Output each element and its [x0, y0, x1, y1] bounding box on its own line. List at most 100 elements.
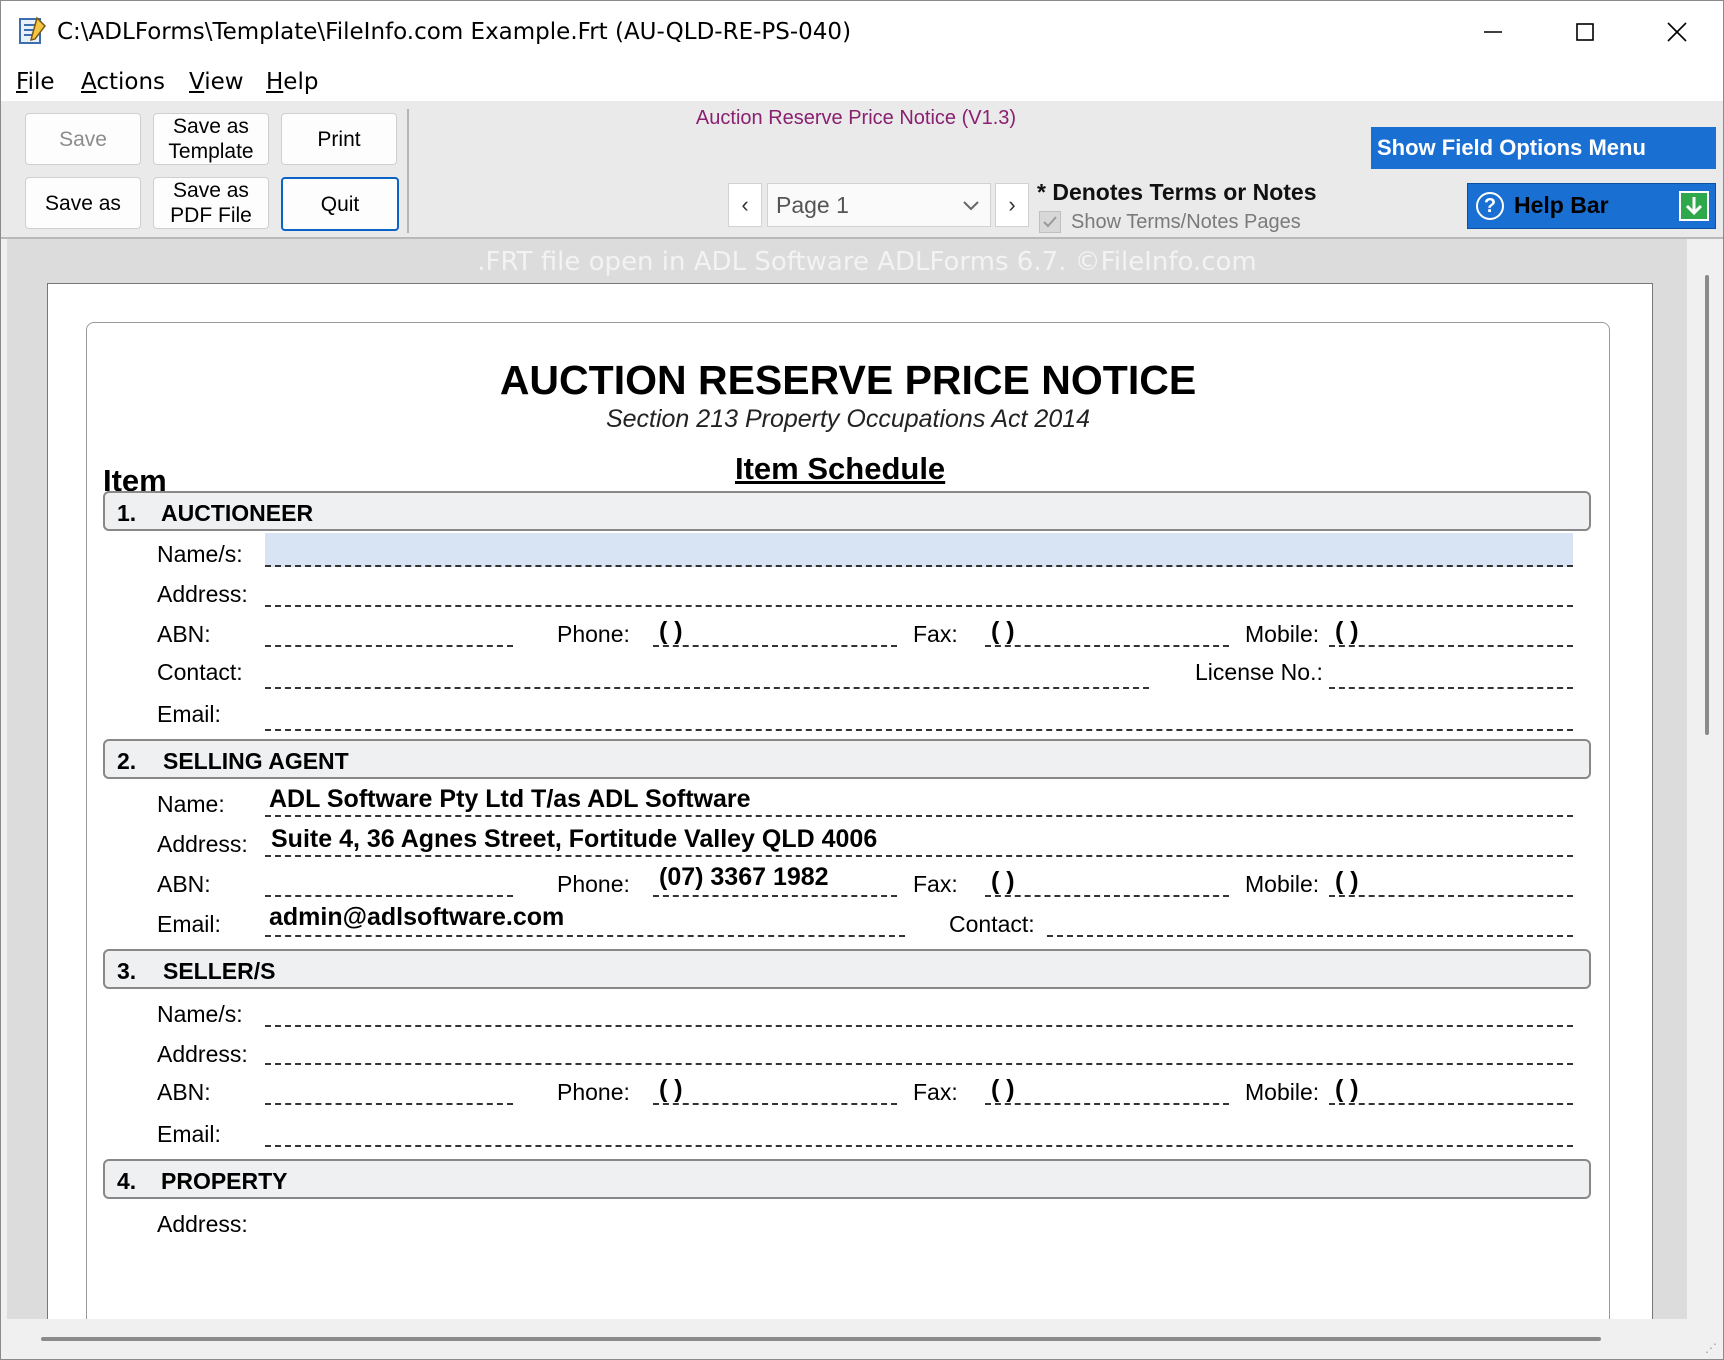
seller-email-field[interactable] — [265, 1113, 1573, 1147]
seller-mobile-field[interactable] — [1329, 1071, 1573, 1105]
section-property: 4. PROPERTY — [103, 1159, 1591, 1199]
seller-name-label: Name/s: — [157, 1001, 243, 1027]
maximize-button[interactable] — [1539, 1, 1631, 63]
auctioneer-abn-label: ABN: — [157, 621, 211, 647]
save-as-template-button[interactable]: Save as Template — [153, 113, 269, 165]
horizontal-scroll-thumb[interactable] — [41, 1337, 1601, 1341]
seller-email-label: Email: — [157, 1121, 221, 1147]
seller-mobile-label: Mobile: — [1245, 1079, 1320, 1105]
quit-button[interactable]: Quit — [281, 177, 399, 231]
close-button[interactable] — [1631, 1, 1723, 63]
resize-grip-icon[interactable]: ⋰ — [1705, 1341, 1717, 1355]
help-icon: ? — [1476, 192, 1504, 220]
menu-actions-mnemonic: A — [81, 69, 97, 95]
menu-help-mnemonic: H — [266, 69, 284, 95]
auctioneer-address-field[interactable] — [265, 573, 1573, 607]
arrow-down-icon — [1679, 191, 1709, 221]
auctioneer-fax-field[interactable] — [985, 613, 1229, 647]
auctioneer-contact-field[interactable] — [265, 655, 1149, 689]
app-window: C:\ADLForms\Template\FileInfo.com Exampl… — [0, 0, 1724, 1360]
auctioneer-mobile-field[interactable] — [1329, 613, 1573, 647]
auctioneer-license-field[interactable] — [1329, 655, 1573, 689]
agent-phone-value: (07) 3367 1982 — [659, 863, 829, 891]
form-page: AUCTION RESERVE PRICE NOTICE Section 213… — [47, 283, 1653, 1319]
minimize-button[interactable] — [1447, 1, 1539, 63]
document-title: AUCTION RESERVE PRICE NOTICE — [499, 357, 1197, 403]
agent-email-value: admin@adlsoftware.com — [269, 903, 565, 931]
watermark: .FRT file open in ADL Software ADLForms … — [477, 247, 1257, 277]
agent-mobile-area: ( ) — [1335, 867, 1359, 895]
seller-address-label: Address: — [157, 1041, 248, 1067]
menu-file-mnemonic: F — [16, 69, 28, 95]
form-viewport: .FRT file open in ADL Software ADLForms … — [7, 239, 1687, 1319]
vertical-scrollbar[interactable] — [1691, 239, 1723, 1319]
save-as-button[interactable]: Save as — [25, 177, 141, 229]
section-number: 3. — [117, 958, 137, 984]
section-auctioneer: 1. AUCTIONEER — [103, 491, 1591, 531]
vertical-scroll-thumb[interactable] — [1705, 275, 1709, 735]
agent-fax-field[interactable] — [985, 863, 1229, 897]
auctioneer-contact-label: Contact: — [157, 659, 243, 685]
chevron-down-icon — [963, 201, 979, 211]
agent-contact-field[interactable] — [1047, 903, 1573, 937]
auctioneer-abn-field[interactable] — [265, 613, 513, 647]
horizontal-scrollbar[interactable]: ⋰ — [1, 1319, 1723, 1359]
document-subtitle: Section 213 Property Occupations Act 201… — [605, 405, 1091, 433]
agent-fax-label: Fax: — [913, 871, 958, 897]
page-select[interactable]: Page 1 — [767, 183, 991, 227]
seller-phone-field[interactable] — [653, 1071, 897, 1105]
menu-actions-label: ctions — [96, 69, 166, 95]
agent-mobile-label: Mobile: — [1245, 871, 1320, 897]
form-title: Auction Reserve Price Notice (V1.3) — [695, 107, 1017, 129]
seller-mobile-area: ( ) — [1335, 1075, 1359, 1103]
section-number: 2. — [117, 748, 137, 774]
menu-view-label: iew — [204, 69, 244, 95]
help-bar-label: Help Bar — [1514, 192, 1609, 218]
auctioneer-name-field[interactable] — [265, 533, 1573, 567]
seller-abn-field[interactable] — [265, 1071, 513, 1105]
maximize-icon — [1576, 23, 1594, 41]
save-as-pdf-button[interactable]: Save as PDF File — [153, 177, 269, 229]
agent-contact-label: Contact: — [949, 911, 1035, 937]
section-number: 4. — [117, 1168, 137, 1194]
seller-fax-field[interactable] — [985, 1071, 1229, 1105]
menu-help[interactable]: Help — [266, 69, 318, 95]
section-title: SELLING AGENT — [163, 748, 349, 774]
auctioneer-email-field[interactable] — [265, 697, 1573, 731]
agent-address-label: Address: — [157, 831, 248, 857]
menu-bar: File Actions View Help — [1, 63, 1723, 101]
auctioneer-mobile-area: ( ) — [1335, 617, 1359, 645]
checkmark-icon — [1043, 216, 1057, 228]
window-title: C:\ADLForms\Template\FileInfo.com Exampl… — [57, 19, 852, 45]
prev-page-button[interactable]: ‹ — [728, 183, 762, 227]
item-schedule-heading: Item Schedule — [735, 451, 946, 486]
print-button[interactable]: Print — [281, 113, 397, 165]
toolbar: Save Save as Template Print Save as Save… — [1, 101, 1723, 239]
auctioneer-phone-field[interactable] — [653, 613, 897, 647]
agent-address-value: Suite 4, 36 Agnes Street, Fortitude Vall… — [271, 825, 878, 853]
menu-view-mnemonic: V — [189, 69, 205, 95]
section-sellers: 3. SELLER/S — [103, 949, 1591, 989]
next-page-button[interactable]: › — [995, 183, 1029, 227]
save-as-pdf-line2: PDF File — [170, 204, 252, 227]
auctioneer-license-label: License No.: — [1195, 659, 1323, 685]
save-button[interactable]: Save — [25, 113, 141, 165]
form-app-icon — [19, 16, 46, 44]
seller-name-field[interactable] — [265, 993, 1573, 1027]
menu-view[interactable]: View — [189, 69, 244, 95]
agent-abn-field[interactable] — [265, 863, 513, 897]
help-bar-button[interactable]: ? Help Bar — [1467, 183, 1716, 229]
agent-mobile-field[interactable] — [1329, 863, 1573, 897]
show-terms-checkbox[interactable] — [1039, 211, 1061, 233]
agent-name-value: ADL Software Pty Ltd T/as ADL Software — [269, 785, 751, 813]
save-as-template-line2: Template — [168, 140, 254, 163]
show-terms-label: Show Terms/Notes Pages — [1071, 211, 1301, 233]
menu-actions[interactable]: Actions — [81, 69, 165, 95]
agent-name-label: Name: — [157, 791, 225, 817]
save-as-template-line1: Save as — [173, 115, 249, 138]
seller-address-field[interactable] — [265, 1031, 1573, 1065]
show-field-options-button[interactable]: Show Field Options Menu — [1371, 127, 1716, 169]
auctioneer-phone-label: Phone: — [557, 621, 630, 647]
chevron-left-icon: ‹ — [741, 192, 749, 217]
menu-file[interactable]: File — [16, 69, 55, 95]
